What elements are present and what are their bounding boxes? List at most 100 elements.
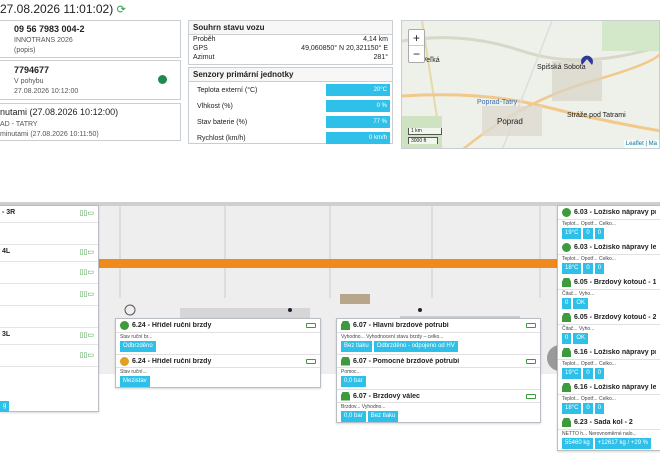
status-chip: 0 <box>583 263 593 274</box>
scale-ft: 3000 ft <box>408 137 438 144</box>
sensor-value: 20°C <box>326 84 390 96</box>
list-item[interactable]: ▯▯▭ <box>0 345 98 367</box>
panel-header[interactable]: 6.07 - Pomocné brzdové potrubí <box>337 354 540 368</box>
sensor-value: 0 km/h <box>326 132 390 144</box>
status-chip: +12617 kg / +29 % <box>594 438 652 449</box>
list-item[interactable]: - 3R ▯▯▭ <box>0 206 98 223</box>
field-label: Čitač... Vyho... <box>562 326 595 332</box>
sensor-icon <box>341 321 350 330</box>
sensor-row: Vlhkost (%) 0 % <box>189 98 392 114</box>
brake-panel: 6.07 - Hlavní brzdové potrubí Vyhodno...… <box>336 318 541 423</box>
left-panel: - 3R ▯▯▭ 4L ▯▯▭ ▯▯▭ ▯▯▭ 3L ▯▯▭ ▯▯▭ g <box>0 205 99 412</box>
list-item[interactable]: ▯▯▭ <box>0 284 98 306</box>
list-item[interactable] <box>0 306 98 328</box>
map[interactable]: Veľká Spišská Sobota Poprad-Tatry Poprad… <box>401 20 660 149</box>
list-item[interactable]: 3L ▯▯▭ <box>0 328 98 345</box>
panel-header[interactable]: 6.07 - Brzdový válec <box>337 389 540 403</box>
list-item[interactable]: ▯▯▭ <box>0 262 98 284</box>
trip-route: AD - TATRY <box>0 121 38 128</box>
field-label: Teplot... Opotř... Celko... <box>562 396 616 402</box>
panel-header[interactable]: 6.24 - Hřídel ruční brzdy <box>116 354 320 368</box>
panel-header[interactable]: 6.07 - Hlavní brzdové potrubí <box>337 319 540 333</box>
status-chip: OK <box>573 298 589 309</box>
battery-icon <box>526 323 536 328</box>
status-chip: 0,0 bar <box>341 411 366 422</box>
sensor-icon <box>562 348 571 357</box>
status-chip: Odbrzděno - odpojeno od HV <box>373 341 458 352</box>
panel-header[interactable]: 6.05 - Brzdový kotouč - 1L <box>558 276 660 290</box>
list-item[interactable]: 4L ▯▯▭ <box>0 245 98 262</box>
sensor-icon <box>562 383 571 392</box>
status-chip: 18°C <box>562 263 582 274</box>
battery-icon: ▯▯▭ <box>79 210 94 217</box>
status-chip: 0 <box>594 368 605 379</box>
trip-card[interactable]: nutami (27.08.2026 10:12:00) AD - TATRY … <box>0 103 181 141</box>
summary-row: GPS 49,060850° N 20,321150° E <box>193 45 388 52</box>
sensors-card: Senzory primární jednotky Teplota extern… <box>188 67 393 144</box>
right-panel: 6.03 - Ložisko nápravy pra Teplot... Opo… <box>557 205 660 451</box>
battery-icon: ▯▯▭ <box>79 249 94 256</box>
status-chip: 0 <box>594 403 605 414</box>
battery-icon: ▯▯▭ <box>79 291 94 298</box>
map-label: Poprad-Tatry <box>477 99 518 106</box>
panel-header[interactable]: 6.03 - Ložisko nápravy levé <box>558 241 660 255</box>
status-chip: 0 <box>583 368 593 379</box>
zoom-control: + − <box>408 29 425 63</box>
field-label: Stav ruční br... <box>120 334 153 340</box>
sensor-icon <box>341 391 350 401</box>
status-chip: 55460 kg <box>562 438 593 449</box>
panel-header[interactable]: 6.16 - Ložisko nápravy levé <box>558 381 660 395</box>
sensor-icon <box>341 356 350 366</box>
field-label: NETTO h... Nerovnoměrné nalo... <box>562 431 637 437</box>
list-item[interactable] <box>0 223 98 245</box>
status-chip: 0 <box>594 263 605 274</box>
status-chip: OK <box>573 333 589 344</box>
panel-header[interactable]: 6.03 - Ložisko nápravy pra <box>558 206 660 220</box>
status-chip: 19°C <box>562 228 582 239</box>
map-label: Poprad <box>497 117 523 126</box>
vehicle-owner: INNOTRANS 2026 <box>14 37 73 44</box>
status-chip: Odbrzděno <box>120 341 156 352</box>
zoom-in-button[interactable]: + <box>409 30 424 46</box>
vehicle-description: (popis) <box>14 47 36 54</box>
field-label: Teplot... Opotř... Celko... <box>562 256 616 262</box>
sensor-value: 77 % <box>326 116 390 128</box>
map-attribution[interactable]: Leaflet | Ma <box>623 140 659 148</box>
vehicle-card[interactable]: 09 56 7983 004-2 INNOTRANS 2026 (popis) <box>0 20 181 58</box>
panel-header[interactable]: 6.05 - Brzdový kotouč - 2L <box>558 311 660 325</box>
scale-km: 1 km <box>408 128 442 135</box>
unit-state: V pohybu <box>14 78 44 85</box>
unit-card[interactable]: 7794677 V pohybu 27.08.2026 10:12:00 <box>0 60 181 100</box>
trip-minutes: minutami (27.08.2026 10:11:50) <box>0 131 99 138</box>
field-label: Čitač... Vyho... <box>562 291 595 297</box>
sensor-icon <box>562 243 571 252</box>
panel-header[interactable]: 6.16 - Ložisko nápravy pra <box>558 346 660 360</box>
field-label: Stav ruční... <box>120 369 147 375</box>
panel-header[interactable]: 6.23 - Sada kol - 2 <box>558 416 660 430</box>
battery-icon: ▯▯▭ <box>79 332 94 339</box>
page-timestamp: 27.08.2026 11:01:02) ⟳ <box>0 2 126 16</box>
sensor-icon <box>120 321 129 330</box>
panel-header[interactable]: 6.24 - Hřídel ruční brzdy <box>116 319 320 333</box>
status-chip: 19°C <box>562 368 582 379</box>
battery-icon: ▯▯▭ <box>79 269 94 276</box>
sensor-icon <box>562 278 571 287</box>
sensor-row: Rychlost (km/h) 0 km/h <box>189 130 392 146</box>
summary-row: Proběh 4,14 km <box>193 36 388 43</box>
field-label: Pomoc... <box>341 369 361 375</box>
status-dot <box>158 75 167 84</box>
summary-row: Azimut 281° <box>193 54 388 61</box>
status-chip: 0 <box>583 228 593 239</box>
map-label: Spišská Sobota <box>537 64 586 71</box>
battery-icon <box>306 323 316 328</box>
sensor-icon <box>120 356 129 366</box>
status-chip: 0 <box>594 228 605 239</box>
status-chip: Bez tlaku <box>341 341 372 352</box>
zoom-out-button[interactable]: − <box>409 46 424 62</box>
field-label: Teplot... Opotř... Celko... <box>562 361 616 367</box>
status-chip: Mezistav <box>120 376 150 387</box>
sensor-icon <box>562 313 571 322</box>
refresh-icon[interactable]: ⟳ <box>117 4 126 16</box>
map-label: Stráže pod Tatrami <box>567 112 626 119</box>
left-chip: g <box>0 401 10 412</box>
